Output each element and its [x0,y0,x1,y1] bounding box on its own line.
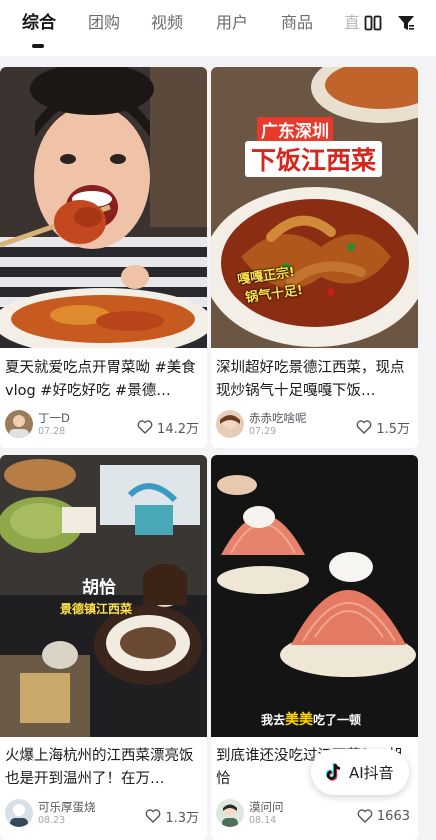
grid-layout-icon[interactable] [364,14,382,32]
douyin-logo-icon [325,763,341,781]
overlay-caption-highlight: 美美 [285,712,314,728]
cover-image [211,455,418,737]
ai-button-label: AI抖音 [349,763,394,782]
video-cover[interactable]: 我去美美吃了一顿 [211,455,418,737]
heart-icon [356,420,372,434]
avatar[interactable] [216,799,244,827]
heart-icon [357,809,373,823]
like-count-value: 14.2万 [157,421,199,437]
author-info[interactable]: 可乐厚蛋烧 08.23 [5,799,125,829]
video-cover[interactable]: 胡恰 景德镇江西菜 [0,455,207,737]
cover-image [0,67,207,348]
cover-image [211,67,418,348]
avatar[interactable] [216,410,244,438]
like-count-value: 1663 [376,808,410,824]
video-title[interactable]: 火爆上海杭州的江西菜漂亮饭也是开到温州了！在万… [5,745,203,791]
video-title[interactable]: 夏天就爱吃点开胃菜呦 #美食vlog #好吃好吃 #景德… [5,357,203,403]
heart-icon [145,809,161,823]
top-tab-bar: 综合 团购 视频 用户 商品 直 [0,0,436,56]
author-name: 漠问问 [249,800,284,814]
overlay-caption: 我去美美吃了一顿 [261,709,361,729]
heart-icon [137,420,153,434]
overlay-location: 广东深圳 [257,117,333,142]
avatar[interactable] [5,410,33,438]
like-count[interactable]: 1.3万 [145,806,199,826]
overlay-shop-name: 胡恰 [82,578,116,598]
tab-goods[interactable]: 商品 [281,0,313,46]
overlay-caption-prefix: 我去 [261,713,286,727]
overlay-caption-suffix: 吃了一顿 [313,713,362,727]
video-title[interactable]: 深圳超好吃景德江西菜，现点现炒锅气十足嘎嘎下饭… [216,357,414,403]
video-card[interactable]: 广东深圳 下饭江西菜 嘎嘎正宗! 锅气十足! 深圳超好吃景德江西菜，现点现炒锅气… [211,67,418,448]
tab-user[interactable]: 用户 [216,0,248,46]
avatar[interactable] [5,799,33,827]
like-count[interactable]: 1663 [357,806,410,826]
post-date: 08.23 [38,815,66,826]
post-date: 07.29 [249,426,277,437]
video-cover[interactable]: 广东深圳 下饭江西菜 嘎嘎正宗! 锅气十足! [211,67,418,348]
video-card[interactable]: 夏天就爱吃点开胃菜呦 #美食vlog #好吃好吃 #景德… 丁一D 07.28 … [0,67,207,448]
tab-comprehensive[interactable]: 综合 [22,0,56,46]
author-info[interactable]: 漠问问 08.14 [216,799,326,829]
author-info[interactable]: 赤赤吃啥呢 07.29 [216,410,336,440]
ai-douyin-button[interactable]: AI抖音 [311,749,409,795]
like-count-value: 1.3万 [165,810,199,826]
overlay-subtitle: 景德镇江西菜 [60,602,133,616]
like-count[interactable]: 1.5万 [356,417,410,437]
overlay-headline: 下饭江西菜 [245,141,383,177]
filter-icon[interactable] [397,14,415,32]
like-count[interactable]: 14.2万 [137,417,199,437]
author-info[interactable]: 丁一D 07.28 [5,410,115,440]
video-cover[interactable] [0,67,207,348]
author-name: 赤赤吃啥呢 [249,411,307,425]
author-name: 丁一D [38,411,70,425]
post-date: 08.14 [249,815,277,826]
post-date: 07.28 [38,426,66,437]
tab-video[interactable]: 视频 [151,0,183,46]
video-card[interactable]: 胡恰 景德镇江西菜 火爆上海杭州的江西菜漂亮饭也是开到温州了！在万… 可乐厚蛋烧… [0,455,207,840]
active-tab-indicator [32,44,44,48]
author-name: 可乐厚蛋烧 [38,800,96,814]
like-count-value: 1.5万 [376,421,410,437]
tab-group-buy[interactable]: 团购 [88,0,120,46]
